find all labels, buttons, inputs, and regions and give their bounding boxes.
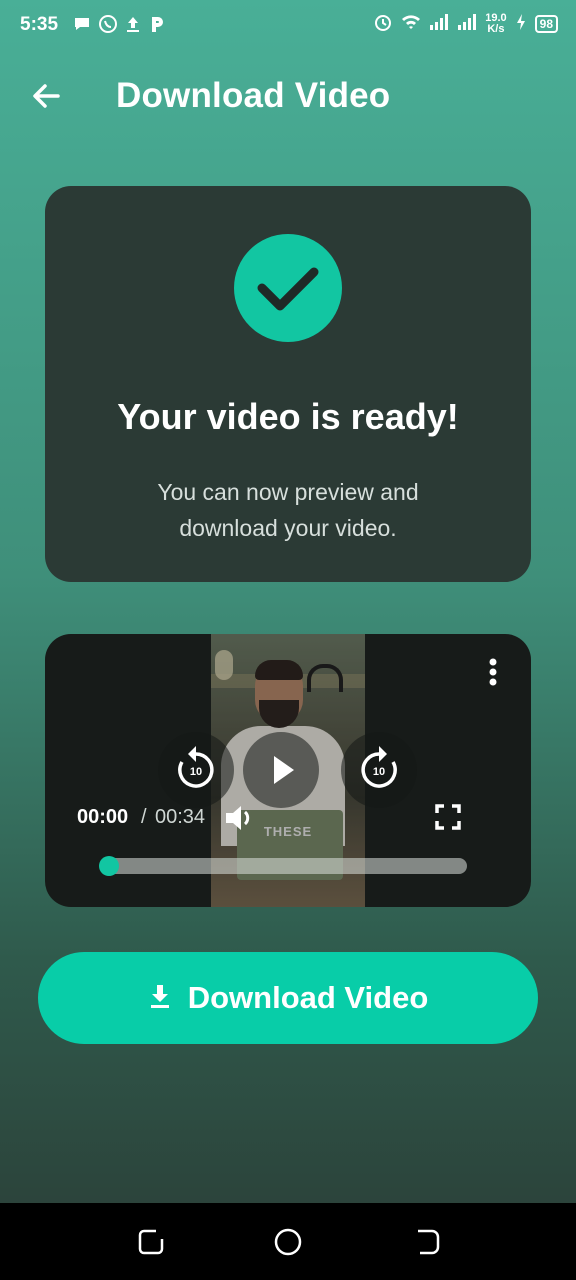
- p-icon: [148, 14, 166, 39]
- fullscreen-icon[interactable]: [435, 804, 461, 830]
- play-icon: [274, 756, 294, 784]
- video-player[interactable]: THESE 10 10 00:00 / 00:34: [45, 634, 531, 907]
- signal-icon: [429, 13, 449, 34]
- video-ready-card: Your video is ready! You can now preview…: [45, 186, 531, 582]
- volume-icon[interactable]: [223, 802, 257, 834]
- forward-seconds: 10: [372, 766, 386, 778]
- rewind-seconds: 10: [189, 766, 203, 778]
- play-button[interactable]: [243, 732, 319, 808]
- system-nav-bar: [0, 1203, 576, 1280]
- ready-heading: Your video is ready!: [117, 396, 459, 437]
- app-bar: Download Video: [0, 66, 576, 130]
- alarm-icon: [373, 12, 393, 35]
- battery-level: 98: [534, 14, 558, 33]
- network-speed: 19.0 K/s: [485, 11, 507, 35]
- back-icon[interactable]: [412, 1227, 442, 1257]
- download-video-button[interactable]: Download Video: [38, 952, 538, 1044]
- notification-icons: [72, 14, 166, 39]
- network-speed-value: 19.0: [485, 11, 507, 24]
- page-title: Download Video: [116, 76, 391, 115]
- status-right: 19.0 K/s 98: [373, 12, 558, 35]
- charging-icon: [515, 13, 527, 34]
- home-icon[interactable]: [273, 1227, 303, 1257]
- rewind-10-button[interactable]: 10: [158, 732, 234, 808]
- network-speed-unit: K/s: [487, 22, 505, 35]
- total-time: 00:34: [155, 806, 206, 828]
- time-separator: /: [141, 806, 147, 828]
- recents-icon[interactable]: [136, 1227, 166, 1257]
- current-time: 00:00: [77, 806, 129, 828]
- signal-icon-2: [457, 13, 477, 34]
- ready-subtext: You can now preview and download your vi…: [157, 479, 419, 541]
- more-vert-icon[interactable]: [481, 656, 505, 688]
- check-circle-icon: [234, 234, 342, 342]
- progress-thumb[interactable]: [99, 856, 119, 876]
- status-bar: 5:35 19.0 K/s 98: [0, 0, 576, 52]
- whatsapp-icon: [98, 14, 118, 39]
- chat-bubble-icon: [72, 14, 92, 39]
- progress-track[interactable]: [101, 858, 467, 874]
- forward-10-button[interactable]: 10: [341, 732, 417, 808]
- status-time: 5:35: [20, 14, 59, 35]
- arrow-left-icon[interactable]: [28, 78, 64, 114]
- download-button-label: Download Video: [187, 980, 429, 1015]
- wifi-icon: [401, 13, 421, 34]
- upload-icon: [124, 14, 142, 39]
- download-icon: [148, 983, 172, 1014]
